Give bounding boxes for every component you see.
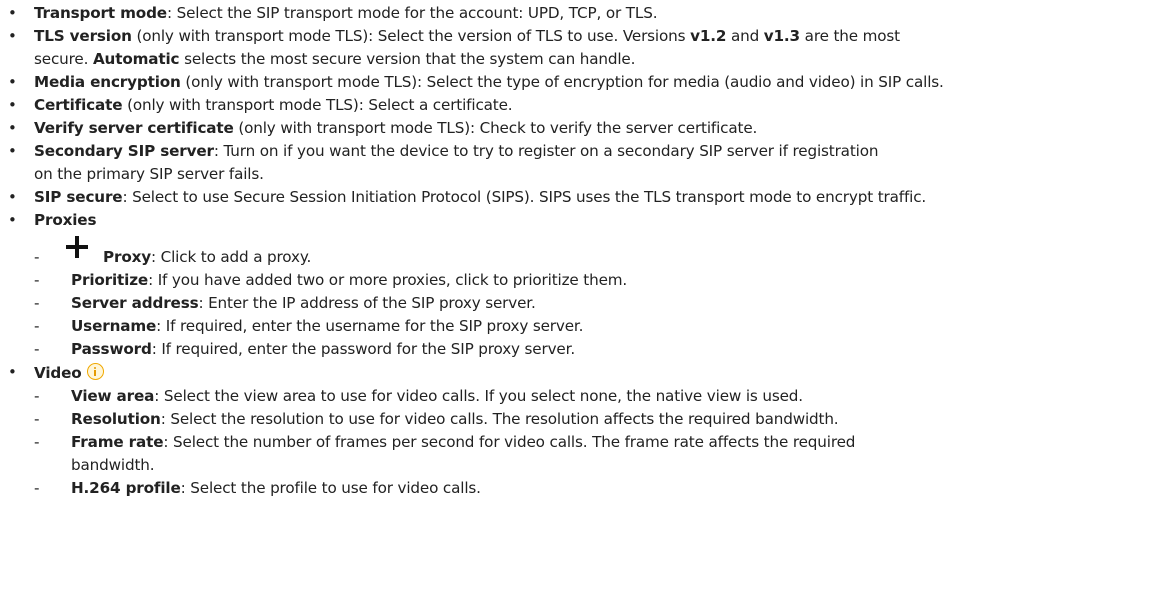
sub-item-password: - Password: If required, enter the passw… — [6, 338, 1158, 361]
term-description: : If you have added two or more proxies,… — [148, 271, 628, 289]
list-item-transport-mode: • Transport mode: Select the SIP transpo… — [6, 2, 1158, 25]
term-emphasis: v1.2 — [690, 27, 727, 45]
dash: - — [34, 271, 40, 289]
bullet: • — [8, 73, 17, 91]
term-label: Media encryption — [34, 73, 181, 91]
term-label: H.264 profile — [71, 479, 181, 497]
term-emphasis: Automatic — [92, 50, 180, 68]
plus-icon — [66, 236, 88, 258]
term-emphasis: v1.3 — [763, 27, 800, 45]
sub-item-frame-rate: - Frame rate: Select the number of frame… — [6, 431, 1158, 477]
term-label: SIP secure — [34, 188, 123, 206]
term-description: : Select the view area to use for video … — [154, 387, 803, 405]
dash: - — [34, 340, 40, 358]
term-label: Video — [34, 364, 82, 382]
list-item-media-encryption: • Media encryption (only with transport … — [6, 71, 1158, 94]
term-description: : If required, enter the password for th… — [151, 340, 576, 358]
bullet: • — [8, 119, 17, 137]
term-label: Username — [71, 317, 157, 335]
term-label: Server address — [71, 294, 199, 312]
term-label: Frame rate — [71, 433, 164, 451]
term-description: are the most — [799, 27, 900, 45]
list-item-certificate: • Certificate (only with transport mode … — [6, 94, 1158, 117]
bullet: • — [8, 211, 17, 229]
term-description: : Select the number of frames per second… — [163, 433, 856, 451]
term-label: View area — [71, 387, 155, 405]
term-description: (only with transport mode TLS): Select t… — [131, 27, 691, 45]
term-label: Prioritize — [71, 271, 149, 289]
term-description: secure. — [34, 50, 93, 68]
dash: - — [34, 317, 40, 335]
term-description: on the primary SIP server fails. — [34, 165, 264, 183]
term-label: Password — [71, 340, 152, 358]
term-label: Secondary SIP server — [34, 142, 214, 160]
bullet: • — [8, 4, 17, 22]
term-description: (only with transport mode TLS): Select a… — [122, 96, 513, 114]
sub-item-view-area: - View area: Select the view area to use… — [6, 385, 1158, 408]
bullet: • — [8, 96, 17, 114]
dash: - — [34, 410, 40, 428]
sub-item-proxy: - Proxy: Click to add a proxy. — [6, 232, 1158, 269]
bullet: • — [8, 363, 17, 381]
dash: - — [34, 294, 40, 312]
list-item-secondary-sip-server: • Secondary SIP server: Turn on if you w… — [6, 140, 1158, 186]
sub-item-prioritize: - Prioritize: If you have added two or m… — [6, 269, 1158, 292]
term-description: bandwidth. — [71, 456, 155, 474]
list-item-verify-server-certificate: • Verify server certificate (only with t… — [6, 117, 1158, 140]
term-label: Certificate — [34, 96, 123, 114]
term-description: : Select the resolution to use for video… — [160, 410, 839, 428]
term-label: Proxy — [103, 248, 152, 266]
term-description: : Select the profile to use for video ca… — [180, 479, 481, 497]
term-label: Transport mode — [34, 4, 167, 22]
document-page: • Transport mode: Select the SIP transpo… — [0, 0, 1158, 500]
sub-item-resolution: - Resolution: Select the resolution to u… — [6, 408, 1158, 431]
term-label: Proxies — [34, 211, 97, 229]
term-description: (only with transport mode TLS): Select t… — [180, 73, 944, 91]
term-description: : Select to use Secure Session Initiatio… — [122, 188, 927, 206]
sub-item-h264-profile: - H.264 profile: Select the profile to u… — [6, 477, 1158, 500]
sub-item-server-address: - Server address: Enter the IP address o… — [6, 292, 1158, 315]
term-label: TLS version — [34, 27, 132, 45]
term-label: Verify server certificate — [34, 119, 234, 137]
dash: - — [34, 433, 40, 451]
term-description: : Click to add a proxy. — [151, 248, 312, 266]
dash: - — [34, 387, 40, 405]
dash: - — [34, 479, 40, 497]
bullet: • — [8, 188, 17, 206]
sub-item-username: - Username: If required, enter the usern… — [6, 315, 1158, 338]
term-description: and — [726, 27, 764, 45]
list-item-sip-secure: • SIP secure: Select to use Secure Sessi… — [6, 186, 1158, 209]
term-description: selects the most secure version that the… — [179, 50, 636, 68]
info-icon — [86, 363, 104, 380]
term-description: : Enter the IP address of the SIP proxy … — [198, 294, 536, 312]
term-description: : Turn on if you want the device to try … — [213, 142, 879, 160]
term-description: (only with transport mode TLS): Check to… — [233, 119, 758, 137]
list-item-proxies: • Proxies — [6, 209, 1158, 232]
term-description: : Select the SIP transport mode for the … — [166, 4, 658, 22]
term-label: Resolution — [71, 410, 161, 428]
bullet: • — [8, 142, 17, 160]
term-description: : If required, enter the username for th… — [156, 317, 584, 335]
list-item-tls-version: • TLS version (only with transport mode … — [6, 25, 1158, 71]
bullet: • — [8, 27, 17, 45]
list-item-video: • Video — [6, 361, 1158, 385]
dash: - — [34, 248, 40, 266]
